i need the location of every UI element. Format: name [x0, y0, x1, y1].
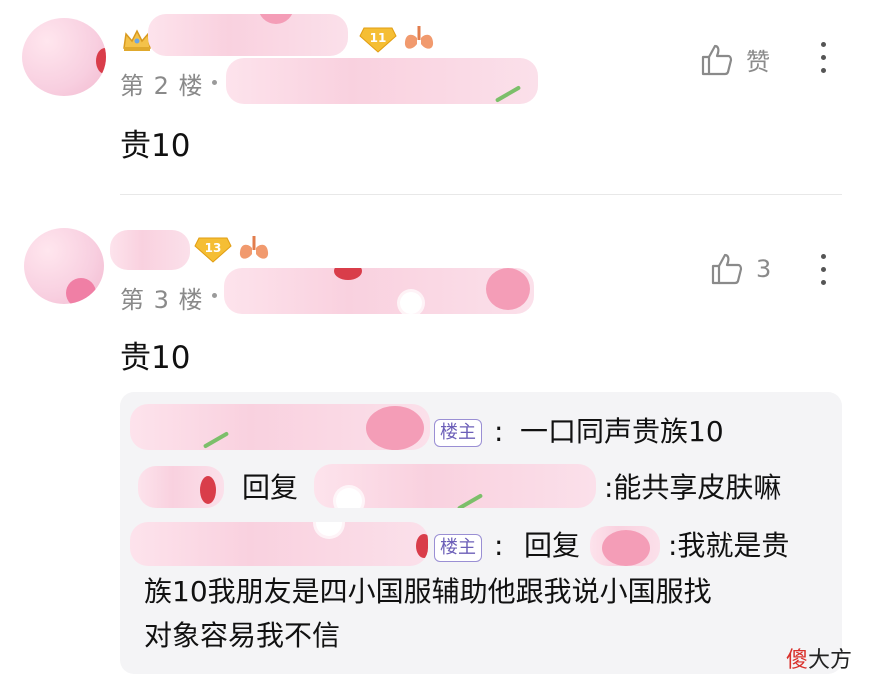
reply-username-blurred[interactable]: [130, 404, 430, 450]
divider: [120, 194, 842, 195]
reply-prefix: 回复: [524, 529, 581, 562]
username-blurred[interactable]: [148, 14, 348, 56]
reply-text: 一口同声贵族10: [520, 415, 724, 448]
like-label: 赞: [746, 48, 770, 76]
like-button[interactable]: 3: [710, 252, 771, 286]
level-badge-icon: 13: [193, 234, 233, 268]
location-blurred: [226, 58, 538, 104]
thumbs-up-icon: [711, 253, 743, 285]
comment-text: 贵10: [120, 340, 191, 376]
reply-username-blurred[interactable]: [138, 466, 224, 508]
reply-text-line1: :我就是贵: [668, 529, 790, 562]
lungs-icon: [237, 234, 271, 268]
avatar[interactable]: [22, 18, 106, 96]
thumbs-up-icon: [701, 44, 733, 75]
floor-number: 第 3 楼: [120, 286, 204, 314]
watermark: 傻大方: [786, 642, 852, 674]
reply-target-blurred[interactable]: [590, 526, 660, 566]
reply-text-line3: 对象容易我不信: [144, 619, 341, 652]
owner-badge: 楼主: [434, 419, 482, 447]
more-options-icon[interactable]: [821, 254, 827, 293]
separator-dot: [212, 293, 217, 298]
watermark-red: 傻: [785, 648, 808, 673]
location-blurred: [224, 268, 534, 314]
floor-number: 第 2 楼: [120, 72, 204, 100]
reply-username-blurred[interactable]: [130, 522, 428, 566]
reply-text-line2: 族10我朋友是四小国服辅助他跟我说小国服找: [144, 575, 712, 608]
reply-text: :能共享皮肤嘛: [604, 471, 782, 504]
like-button[interactable]: 赞: [700, 42, 770, 77]
svg-text:13: 13: [205, 241, 222, 255]
username-blurred[interactable]: [110, 230, 190, 270]
lungs-icon: [402, 24, 436, 58]
svg-text:11: 11: [370, 31, 387, 45]
separator-dot: [212, 80, 217, 85]
owner-badge: 楼主: [434, 534, 482, 562]
comment-text: 贵10: [120, 128, 191, 164]
more-options-icon[interactable]: [821, 42, 827, 81]
reply-prefix: 回复: [242, 471, 299, 504]
avatar[interactable]: [24, 228, 104, 304]
reply-target-blurred[interactable]: [314, 464, 596, 508]
level-badge-icon: 11: [358, 24, 398, 58]
watermark-black: 大方: [807, 648, 852, 673]
reply-colon: :: [494, 415, 504, 448]
like-count: 3: [756, 255, 772, 283]
reply-colon: :: [494, 529, 504, 562]
